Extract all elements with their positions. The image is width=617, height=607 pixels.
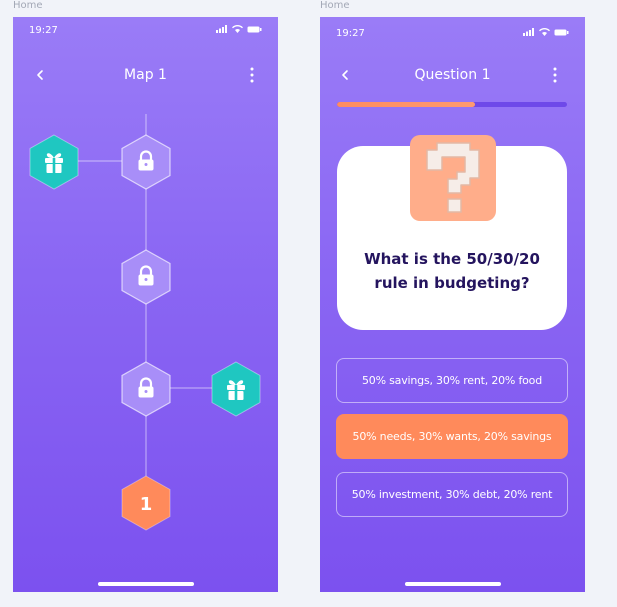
map-node-gift[interactable] [28, 134, 80, 190]
answer-option[interactable]: 50% savings, 30% rent, 20% food [336, 358, 568, 403]
progress-fill [337, 102, 475, 107]
quiz-progress-bar [337, 102, 567, 107]
quiz-screen: 19:27 Question 1 What is the 50/30/20 ru… [320, 17, 585, 592]
map-node-locked[interactable] [120, 361, 172, 417]
battery-icon [554, 29, 569, 35]
wifi-icon [539, 28, 550, 36]
map-node-locked[interactable] [120, 134, 172, 190]
quiz-header: Question 1 [320, 65, 585, 85]
frame-label-map: Home [13, 0, 43, 11]
status-time: 19:27 [336, 28, 365, 39]
level-number: 1 [140, 494, 153, 515]
map-node-current-level[interactable]: 1 [120, 475, 172, 531]
home-indicator [404, 582, 501, 586]
map-node-locked[interactable] [120, 249, 172, 305]
signal-icon [523, 28, 534, 36]
question-text: What is the 50/30/20 rule in budgeting? [364, 250, 540, 292]
answer-option-selected[interactable]: 50% needs, 30% wants, 20% savings [336, 414, 568, 459]
more-button[interactable] [547, 66, 563, 84]
page-title: Question 1 [414, 67, 491, 83]
home-indicator [97, 582, 194, 586]
map-screen: 19:27 Map 1 1 [13, 17, 278, 592]
status-icons [523, 28, 569, 36]
frame-label-quiz: Home [320, 0, 350, 11]
answer-option[interactable]: 50% investment, 30% debt, 20% rent [336, 472, 568, 517]
question-mark-icon [410, 135, 496, 221]
more-vertical-icon [553, 67, 557, 83]
map-node-gift[interactable] [210, 361, 262, 417]
